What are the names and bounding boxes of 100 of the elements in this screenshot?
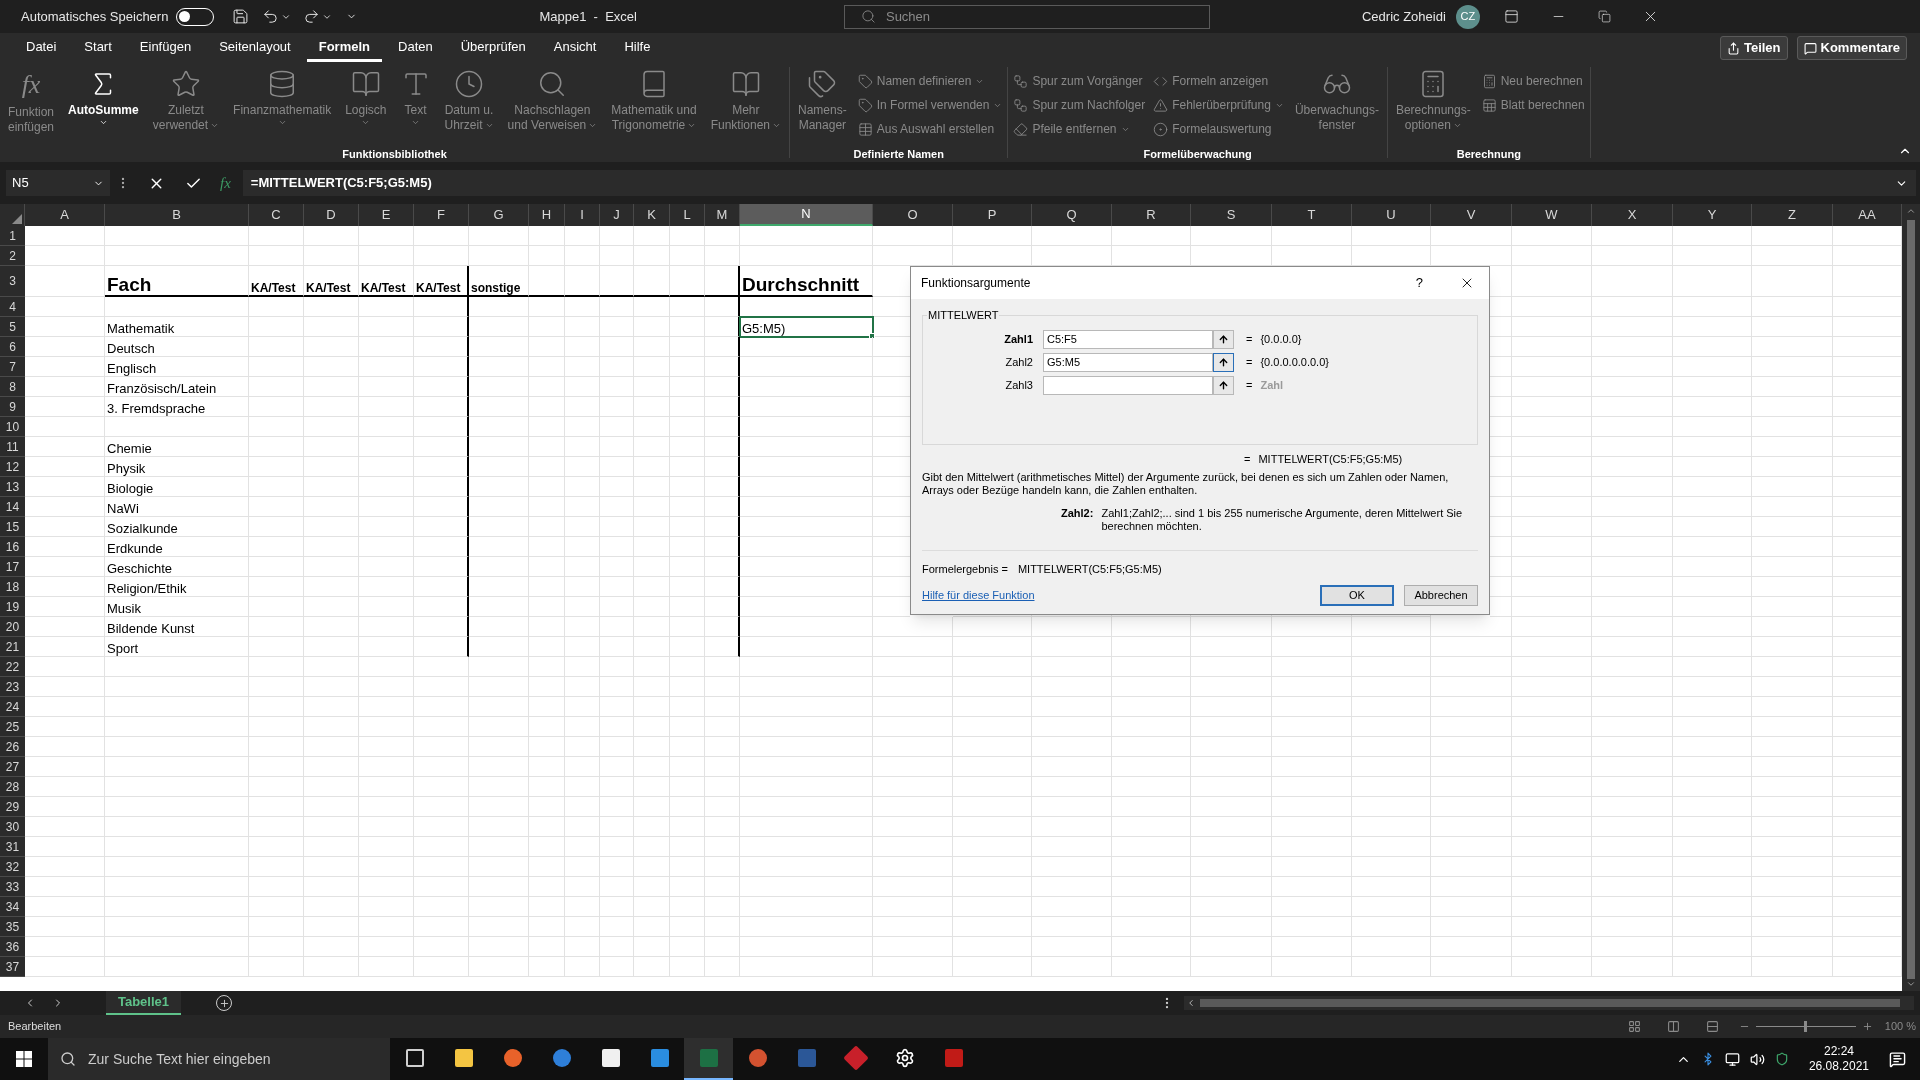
row-header[interactable]: 32 bbox=[0, 857, 25, 877]
clock[interactable]: 22:24 26.08.2021 bbox=[1808, 1044, 1869, 1074]
row-header[interactable]: 34 bbox=[0, 897, 25, 917]
search-field[interactable]: Suchen bbox=[843, 4, 1210, 29]
row-header[interactable]: 24 bbox=[0, 697, 25, 717]
column-header[interactable]: G bbox=[469, 204, 529, 226]
column-header[interactable]: H bbox=[529, 204, 565, 226]
column-header[interactable]: S bbox=[1191, 204, 1272, 226]
row-header[interactable]: 16 bbox=[0, 537, 25, 557]
column-header[interactable]: B bbox=[105, 204, 249, 226]
menu-tab[interactable]: Seitenlayout bbox=[207, 34, 303, 62]
menu-tab[interactable]: Einfügen bbox=[127, 34, 204, 62]
row-header[interactable]: 35 bbox=[0, 917, 25, 937]
column-header[interactable]: U bbox=[1352, 204, 1431, 226]
help-button[interactable]: ? bbox=[1415, 273, 1423, 293]
scrollbar-thumb[interactable] bbox=[1907, 220, 1915, 979]
argument-field[interactable] bbox=[1043, 375, 1213, 395]
row-header[interactable]: 37 bbox=[0, 957, 25, 977]
column-header[interactable]: Y bbox=[1673, 204, 1752, 226]
help-link[interactable]: Hilfe für diese Funktion bbox=[922, 587, 1035, 604]
comments-button[interactable]: Kommentare bbox=[1796, 36, 1907, 60]
notifications-icon[interactable] bbox=[1889, 1050, 1906, 1068]
row-header[interactable]: 28 bbox=[0, 777, 25, 797]
row-header[interactable]: 13 bbox=[0, 477, 25, 497]
row-header[interactable]: 36 bbox=[0, 937, 25, 957]
row-header[interactable]: 30 bbox=[0, 817, 25, 837]
row-header[interactable]: 2 bbox=[0, 246, 25, 266]
row-header[interactable]: 12 bbox=[0, 457, 25, 477]
redo-icon[interactable] bbox=[303, 8, 321, 25]
column-header[interactable]: F bbox=[414, 204, 469, 226]
column-header[interactable]: I bbox=[565, 204, 600, 226]
horizontal-scrollbar[interactable] bbox=[1184, 996, 1914, 1010]
taskbar-search-field[interactable]: Zur Suche Text hier eingeben bbox=[48, 1038, 390, 1080]
name-box[interactable]: N5 bbox=[6, 170, 110, 196]
row-header[interactable]: 33 bbox=[0, 877, 25, 897]
row-header[interactable]: 7 bbox=[0, 357, 25, 377]
undo-icon[interactable] bbox=[262, 8, 280, 25]
row-header[interactable]: 11 bbox=[0, 437, 25, 457]
insert-function-button[interactable]: fx bbox=[220, 171, 231, 195]
column-header[interactable]: D bbox=[304, 204, 359, 226]
column-header[interactable]: A bbox=[25, 204, 105, 226]
row-header[interactable]: 9 bbox=[0, 397, 25, 417]
sheet-tab[interactable]: Tabelle1 bbox=[106, 991, 181, 1015]
scrollbar-thumb[interactable] bbox=[1200, 999, 1900, 1007]
row-header[interactable]: 31 bbox=[0, 837, 25, 857]
row-header[interactable]: 19 bbox=[0, 597, 25, 617]
column-header[interactable]: Q bbox=[1032, 204, 1112, 226]
row-header[interactable]: 8 bbox=[0, 377, 25, 397]
dialog-button[interactable]: Abbrechen bbox=[1404, 585, 1478, 606]
menu-tab[interactable]: Datei bbox=[14, 34, 69, 62]
network-icon[interactable] bbox=[1724, 1051, 1740, 1067]
ribbon-button[interactable]: AutoSumme bbox=[62, 67, 145, 145]
argument-field[interactable]: G5:M5 bbox=[1043, 352, 1213, 372]
ribbon-display-icon[interactable] bbox=[1503, 9, 1519, 24]
row-header[interactable]: 5 bbox=[0, 317, 25, 337]
row-header[interactable]: 22 bbox=[0, 657, 25, 677]
row-header[interactable]: 20 bbox=[0, 617, 25, 637]
row-header[interactable]: 1 bbox=[0, 226, 25, 246]
menu-tab[interactable]: Ansicht bbox=[541, 34, 609, 62]
share-button[interactable]: Teilen bbox=[1719, 36, 1788, 60]
row-header[interactable]: 4 bbox=[0, 297, 25, 317]
restore-icon[interactable] bbox=[1597, 10, 1611, 23]
zoom-in-icon[interactable] bbox=[1861, 1021, 1873, 1032]
column-header[interactable]: E bbox=[359, 204, 414, 226]
zoom-slider[interactable] bbox=[1755, 1021, 1856, 1032]
row-header[interactable]: 26 bbox=[0, 737, 25, 757]
menu-tab[interactable]: Daten bbox=[386, 34, 445, 62]
column-header[interactable]: Z bbox=[1752, 204, 1833, 226]
menu-tab[interactable]: Start bbox=[72, 34, 124, 62]
vertical-scrollbar[interactable] bbox=[1902, 204, 1920, 991]
scroll-up-icon[interactable] bbox=[1906, 206, 1916, 216]
menu-tab[interactable]: Hilfe bbox=[612, 34, 663, 62]
column-header[interactable]: W bbox=[1512, 204, 1592, 226]
column-header[interactable]: X bbox=[1592, 204, 1673, 226]
volume-icon[interactable] bbox=[1749, 1051, 1765, 1067]
collapse-button[interactable] bbox=[1213, 352, 1234, 372]
select-all-icon[interactable] bbox=[12, 214, 22, 224]
column-header[interactable]: K bbox=[634, 204, 670, 226]
user-avatar[interactable]: CZ bbox=[1455, 4, 1480, 29]
column-header[interactable]: C bbox=[249, 204, 304, 226]
column-header[interactable]: N bbox=[740, 204, 873, 226]
column-header[interactable]: R bbox=[1112, 204, 1191, 226]
collapse-button[interactable] bbox=[1213, 329, 1234, 349]
column-header[interactable]: J bbox=[600, 204, 634, 226]
row-header[interactable]: 17 bbox=[0, 557, 25, 577]
column-header[interactable]: V bbox=[1431, 204, 1512, 226]
row-header[interactable]: 14 bbox=[0, 497, 25, 517]
menu-tab[interactable]: Überprüfen bbox=[448, 34, 538, 62]
column-header[interactable]: L bbox=[670, 204, 705, 226]
formula-field[interactable]: =MITTELWERT(C5:F5;G5:M5) bbox=[242, 170, 1916, 196]
row-header[interactable]: 18 bbox=[0, 577, 25, 597]
argument-field[interactable]: C5:F5 bbox=[1043, 329, 1213, 349]
column-header[interactable]: P bbox=[953, 204, 1032, 226]
row-header[interactable]: 25 bbox=[0, 717, 25, 737]
scroll-down-icon[interactable] bbox=[1906, 979, 1916, 989]
save-icon[interactable] bbox=[232, 8, 250, 25]
scroll-left-icon[interactable] bbox=[1186, 998, 1196, 1008]
page-break-icon[interactable] bbox=[1705, 1020, 1719, 1033]
shield-icon[interactable] bbox=[1774, 1052, 1789, 1066]
table-cell[interactable]: G5:M5) bbox=[740, 317, 873, 337]
